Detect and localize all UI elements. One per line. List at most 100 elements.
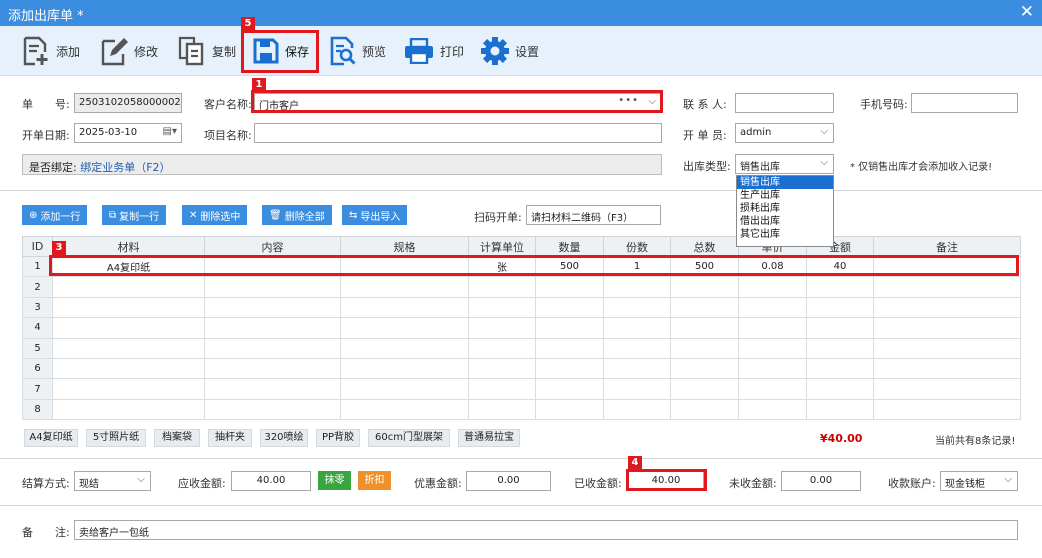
- table-cell[interactable]: [340, 378, 469, 400]
- table-cell[interactable]: 0.08: [738, 255, 807, 278]
- table-cell[interactable]: [468, 276, 536, 298]
- table-cell[interactable]: [738, 357, 807, 380]
- round-off-button[interactable]: 抹零: [318, 471, 351, 490]
- table-cell[interactable]: [468, 378, 536, 400]
- print-button[interactable]: 打印: [404, 35, 464, 67]
- table-cell[interactable]: [670, 317, 739, 339]
- received-field[interactable]: 40.00: [628, 471, 704, 491]
- table-cell[interactable]: [873, 255, 1021, 278]
- table-cell[interactable]: [738, 276, 807, 298]
- quick-item[interactable]: 320喷绘: [260, 429, 308, 447]
- delete-all-button[interactable]: 🗑 删除全部: [262, 205, 332, 225]
- table-cell[interactable]: [806, 398, 874, 421]
- scan-input[interactable]: 请扫材料二维码（F3）: [526, 205, 661, 225]
- table-row[interactable]: 4: [22, 317, 1021, 339]
- table-row[interactable]: 1 A4复印纸张 500 1 500 0.08 40: [22, 255, 1021, 278]
- table-cell[interactable]: [670, 337, 739, 359]
- table-cell[interactable]: [738, 296, 807, 319]
- table-cell[interactable]: [738, 378, 807, 400]
- table-cell[interactable]: [806, 276, 874, 298]
- table-cell[interactable]: [603, 398, 671, 421]
- table-cell[interactable]: [603, 357, 671, 380]
- table-cell[interactable]: A4复印纸: [52, 255, 205, 278]
- project-field[interactable]: [254, 123, 662, 143]
- settings-button[interactable]: 设置: [481, 35, 539, 67]
- table-cell[interactable]: [340, 296, 469, 319]
- table-cell[interactable]: [535, 296, 604, 319]
- table-cell[interactable]: [670, 357, 739, 380]
- table-cell[interactable]: [603, 378, 671, 400]
- table-cell[interactable]: [204, 337, 341, 359]
- method-select[interactable]: 现结 ⌵: [74, 471, 151, 491]
- table-cell[interactable]: [340, 255, 469, 278]
- dropdown-option[interactable]: 销售出库: [737, 176, 833, 189]
- table-cell[interactable]: [52, 296, 205, 319]
- table-cell[interactable]: [806, 378, 874, 400]
- dropdown-option[interactable]: 生产出库: [737, 189, 833, 202]
- table-cell[interactable]: [340, 317, 469, 339]
- table-cell[interactable]: [873, 296, 1021, 319]
- table-cell[interactable]: [204, 398, 341, 421]
- calendar-icon[interactable]: ▤▾: [163, 126, 177, 137]
- table-cell[interactable]: [806, 357, 874, 380]
- table-cell[interactable]: [873, 317, 1021, 339]
- save-button[interactable]: 保存: [253, 35, 309, 67]
- export-import-button[interactable]: ⇆ 导出导入: [342, 205, 408, 225]
- quick-item[interactable]: 档案袋: [154, 429, 200, 447]
- receivable-field[interactable]: 40.00: [231, 471, 311, 491]
- table-cell[interactable]: 500: [670, 255, 739, 278]
- table-cell[interactable]: [52, 337, 205, 359]
- add-row-button[interactable]: ⊕ 添加一行: [22, 205, 88, 225]
- table-cell[interactable]: [204, 317, 341, 339]
- dropdown-option[interactable]: 其它出库: [737, 228, 833, 241]
- table-cell[interactable]: [738, 398, 807, 421]
- table-cell[interactable]: [535, 378, 604, 400]
- quick-item[interactable]: 普通易拉宝: [458, 429, 520, 447]
- delete-selected-button[interactable]: ✕ 删除选中: [182, 205, 248, 225]
- table-row[interactable]: 5: [22, 337, 1021, 359]
- table-cell[interactable]: [603, 337, 671, 359]
- table-cell[interactable]: [468, 357, 536, 380]
- table-cell[interactable]: [670, 398, 739, 421]
- table-cell[interactable]: [603, 276, 671, 298]
- edit-button[interactable]: 修改: [100, 35, 158, 67]
- table-cell[interactable]: [603, 317, 671, 339]
- table-cell[interactable]: [340, 398, 469, 421]
- table-cell[interactable]: [204, 378, 341, 400]
- table-cell[interactable]: 张: [468, 255, 536, 278]
- date-field[interactable]: 2025-03-10 ▤▾: [74, 123, 182, 143]
- copy-button[interactable]: 复制: [178, 35, 236, 67]
- table-cell[interactable]: [52, 357, 205, 380]
- bind-business-link[interactable]: 绑定业务单（F2）: [80, 161, 170, 174]
- phone-field[interactable]: [911, 93, 1018, 113]
- quick-item[interactable]: 60cm门型展架: [368, 429, 450, 447]
- table-cell[interactable]: [340, 276, 469, 298]
- table-cell[interactable]: [468, 337, 536, 359]
- table-row[interactable]: 8: [22, 398, 1021, 421]
- table-cell[interactable]: [468, 317, 536, 339]
- quick-item[interactable]: PP背胶: [316, 429, 360, 447]
- unpaid-field[interactable]: 0.00: [781, 471, 861, 491]
- quick-item[interactable]: 抽杆夹: [208, 429, 252, 447]
- preview-button[interactable]: 预览: [330, 35, 386, 67]
- table-row[interactable]: 3: [22, 296, 1021, 319]
- table-row[interactable]: 6: [22, 357, 1021, 380]
- close-icon[interactable]: ✕: [1020, 2, 1034, 22]
- table-cell[interactable]: [670, 296, 739, 319]
- table-cell[interactable]: [873, 337, 1021, 359]
- table-cell[interactable]: [806, 337, 874, 359]
- quick-item[interactable]: A4复印纸: [24, 429, 78, 447]
- table-cell[interactable]: [535, 398, 604, 421]
- table-cell[interactable]: [204, 296, 341, 319]
- table-cell[interactable]: [873, 357, 1021, 380]
- table-cell[interactable]: [873, 378, 1021, 400]
- table-cell[interactable]: [204, 276, 341, 298]
- table-cell[interactable]: [468, 296, 536, 319]
- table-cell[interactable]: [603, 296, 671, 319]
- table-cell[interactable]: [806, 317, 874, 339]
- table-cell[interactable]: 40: [806, 255, 874, 278]
- table-cell[interactable]: [535, 337, 604, 359]
- dropdown-option[interactable]: 借出出库: [737, 215, 833, 228]
- operator-select[interactable]: admin ⌵: [735, 123, 834, 143]
- table-cell[interactable]: [670, 276, 739, 298]
